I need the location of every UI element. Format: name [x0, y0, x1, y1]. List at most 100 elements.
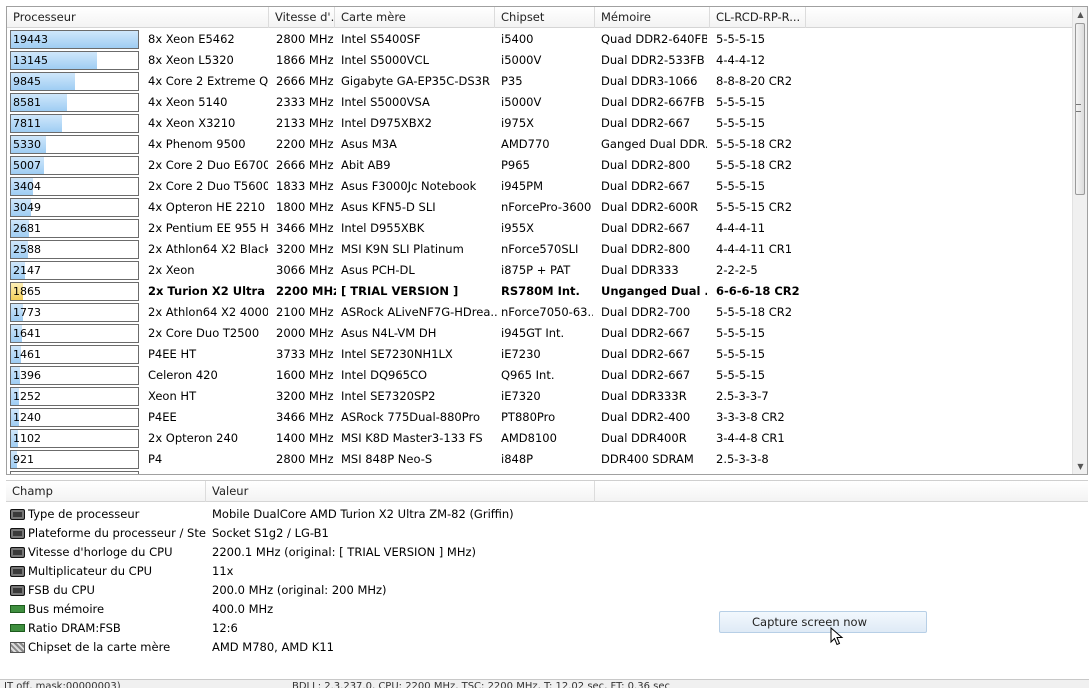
detail-row[interactable]: Vitesse d'horloge du CPU 2200.1 MHz (orig…	[6, 543, 706, 562]
detail-row[interactable]: FSB du CPU 200.0 MHz (original: 200 MHz)	[6, 581, 706, 600]
score-value: 5330	[13, 138, 41, 151]
table-row[interactable]: 2147 2x Xeon 3066 MHz Asus PCH-DL i875P + PA…	[7, 260, 1073, 281]
cell-motherboard: Intel DQ965CO	[341, 368, 428, 382]
detail-field: Type de processeur	[28, 507, 140, 521]
list-scrollbar[interactable]: ▲ ▼	[1072, 7, 1087, 474]
detail-row[interactable]: Bus mémoire 400.0 MHz	[6, 600, 706, 619]
detail-row[interactable]: Ratio DRAM:FSB 12:6	[6, 619, 706, 638]
col-header-motherboard[interactable]: Carte mère	[335, 7, 495, 28]
chip-icon	[10, 528, 25, 539]
cell-chipset: Q965 Int.	[501, 368, 555, 382]
col-header-memory[interactable]: Mémoire	[595, 7, 710, 28]
cell-memory: Dual DDR3-1066	[601, 74, 698, 88]
table-row[interactable]: 8581 4x Xeon 5140 2333 MHz Intel S5000VSA i5…	[7, 92, 1073, 113]
cell-speed: 1833 MHz	[276, 179, 334, 193]
detail-field: Plateforme du processeur / Ste...	[28, 526, 206, 540]
detail-field: Vitesse d'horloge du CPU	[28, 545, 173, 559]
cell-memory: Dual DDR2-667FB	[601, 95, 705, 109]
score-bar: 3049	[10, 198, 139, 217]
score-value: 1252	[13, 390, 41, 403]
cell-memory: Dual DDR2-800	[601, 158, 691, 172]
detail-row[interactable]: Type de processeur Mobile DualCore AMD Tu…	[6, 505, 706, 524]
cell-motherboard: Asus M3A	[341, 137, 397, 151]
cell-motherboard: Gigabyte GA-EP35C-DS3R	[341, 74, 490, 88]
cell-chipset: P35	[501, 74, 523, 88]
cell-memory: Dual DDR2-667	[601, 179, 691, 193]
table-row[interactable]: 9845 4x Core 2 Extreme QX... 2666 MHz Gigab…	[7, 71, 1073, 92]
cell-memory: Quad DDR2-640FB	[601, 32, 707, 46]
cell-speed: 2333 MHz	[276, 95, 334, 109]
cell-motherboard: MSI K8D Master3-133 FS	[341, 431, 483, 445]
table-row[interactable]: 3049 4x Opteron HE 2210 1800 MHz Asus KFN5-…	[7, 197, 1073, 218]
table-row[interactable]: 5330 4x Phenom 9500 2200 MHz Asus M3A AMD770…	[7, 134, 1073, 155]
detail-row[interactable]: Chipset de la carte mère AMD M780, AMD K1…	[6, 638, 706, 657]
cell-cpu: 4x Opteron HE 2210	[148, 200, 266, 214]
scroll-grip-icon	[1076, 104, 1081, 112]
score-value: 5007	[13, 159, 41, 172]
table-row[interactable]: 3404 2x Core 2 Duo T5600 1833 MHz Asus F300…	[7, 176, 1073, 197]
cell-memory: Dual DDR333R	[601, 389, 687, 403]
detail-row[interactable]: Multiplicateur du CPU 11x	[6, 562, 706, 581]
score-value: 7811	[13, 117, 41, 130]
benchmark-list[interactable]: Processeur Vitesse d'... Carte mère Chip…	[6, 6, 1088, 475]
table-row[interactable]: 1252 Xeon HT 3200 MHz Intel SE7320SP2 iE7320…	[7, 386, 1073, 407]
score-value: 1865	[13, 285, 41, 298]
cell-cpu: 2x Pentium EE 955 HT	[148, 221, 268, 235]
score-value: 1240	[13, 411, 41, 424]
cell-speed: 1800 MHz	[276, 200, 334, 214]
scroll-up-arrow-icon[interactable]: ▲	[1073, 7, 1087, 22]
col-header-chipset[interactable]: Chipset	[495, 7, 595, 28]
cell-cpu: 4x Core 2 Extreme QX...	[148, 74, 268, 88]
table-row[interactable]: 5007 2x Core 2 Duo E6700 2666 MHz Abit AB9 P…	[7, 155, 1073, 176]
cell-motherboard: Intel SE7320SP2	[341, 389, 436, 403]
table-row-current[interactable]: 1865 2x Turion X2 Ultra Z... 2200 MHz [ TRI…	[7, 281, 1073, 302]
cell-motherboard: Intel D975XBX2	[341, 116, 432, 130]
cell-cpu: 2x Opteron 240	[148, 431, 239, 445]
table-row[interactable]: 1461 P4EE HT 3733 MHz Intel SE7230NH1LX iE72…	[7, 344, 1073, 365]
cell-cpu: 2x Core 2 Duo T5600	[148, 179, 268, 193]
table-row[interactable]: 13145 8x Xeon L5320 1866 MHz Intel S5000VCL…	[7, 50, 1073, 71]
detail-field: Chipset de la carte mère	[28, 640, 171, 654]
cell-memory: Dual DDR2-800	[601, 242, 691, 256]
detail-value: Mobile DualCore AMD Turion X2 Ultra ZM-8…	[212, 507, 514, 521]
table-row[interactable]: 1773 2x Athlon64 X2 4000+ 2100 MHz ASRock A…	[7, 302, 1073, 323]
table-row[interactable]: 1396 Celeron 420 1600 MHz Intel DQ965CO Q965…	[7, 365, 1073, 386]
table-row-partial[interactable]	[7, 470, 1073, 474]
memory-icon	[10, 624, 25, 632]
table-row[interactable]: 921 P4 2800 MHz MSI 848P Neo-S i848P DDR400 S…	[7, 449, 1073, 470]
score-bar: 1773	[10, 303, 139, 322]
table-row[interactable]: 2588 2x Athlon64 X2 Black ... 3200 MHz MSI …	[7, 239, 1073, 260]
cell-speed: 3066 MHz	[276, 263, 334, 277]
capture-screen-button[interactable]: Capture screen now	[719, 611, 927, 633]
cell-motherboard: MSI K9N SLI Platinum	[341, 242, 464, 256]
table-row[interactable]: 19443 8x Xeon E5462 2800 MHz Intel S5400SF i…	[7, 29, 1073, 50]
cell-memory: Dual DDR400R	[601, 431, 687, 445]
table-row[interactable]: 1240 P4EE 3466 MHz ASRock 775Dual-880Pro PT8…	[7, 407, 1073, 428]
col-header-timings[interactable]: CL-RCD-RP-R...	[710, 7, 806, 28]
cell-chipset: i5000V	[501, 53, 542, 67]
table-row[interactable]: 7811 4x Xeon X3210 2133 MHz Intel D975XBX2 i…	[7, 113, 1073, 134]
table-row[interactable]: 2681 2x Pentium EE 955 HT 3466 MHz Intel D9…	[7, 218, 1073, 239]
scroll-down-arrow-icon[interactable]: ▼	[1073, 459, 1087, 474]
score-value: 1461	[13, 348, 41, 361]
col-header-field[interactable]: Champ	[6, 481, 206, 502]
cell-timings: 6-6-6-18 CR2	[716, 284, 800, 298]
table-row[interactable]: 1641 2x Core Duo T2500 2000 MHz Asus N4L-VM…	[7, 323, 1073, 344]
score-bar	[10, 471, 139, 474]
cell-cpu: 2x Xeon	[148, 263, 195, 277]
detail-row[interactable]: Plateforme du processeur / Ste... Socket …	[6, 524, 706, 543]
table-row[interactable]: 1102 2x Opteron 240 1400 MHz MSI K8D Master…	[7, 428, 1073, 449]
col-header-processor[interactable]: Processeur	[7, 7, 269, 28]
score-value: 3049	[13, 201, 41, 214]
cell-speed: 3733 MHz	[276, 347, 334, 361]
col-header-speed[interactable]: Vitesse d'...	[269, 7, 335, 28]
cell-cpu: 4x Xeon 5140	[148, 95, 228, 109]
cell-chipset: i5400	[501, 32, 534, 46]
cell-cpu: 2x Athlon64 X2 4000+	[148, 305, 268, 319]
col-header-value[interactable]: Valeur	[206, 481, 595, 502]
cell-chipset: AMD8100	[501, 431, 557, 445]
score-value: 13145	[13, 54, 48, 67]
cell-speed: 2800 MHz	[276, 32, 334, 46]
cell-chipset: i848P	[501, 452, 534, 466]
score-value: 1641	[13, 327, 41, 340]
